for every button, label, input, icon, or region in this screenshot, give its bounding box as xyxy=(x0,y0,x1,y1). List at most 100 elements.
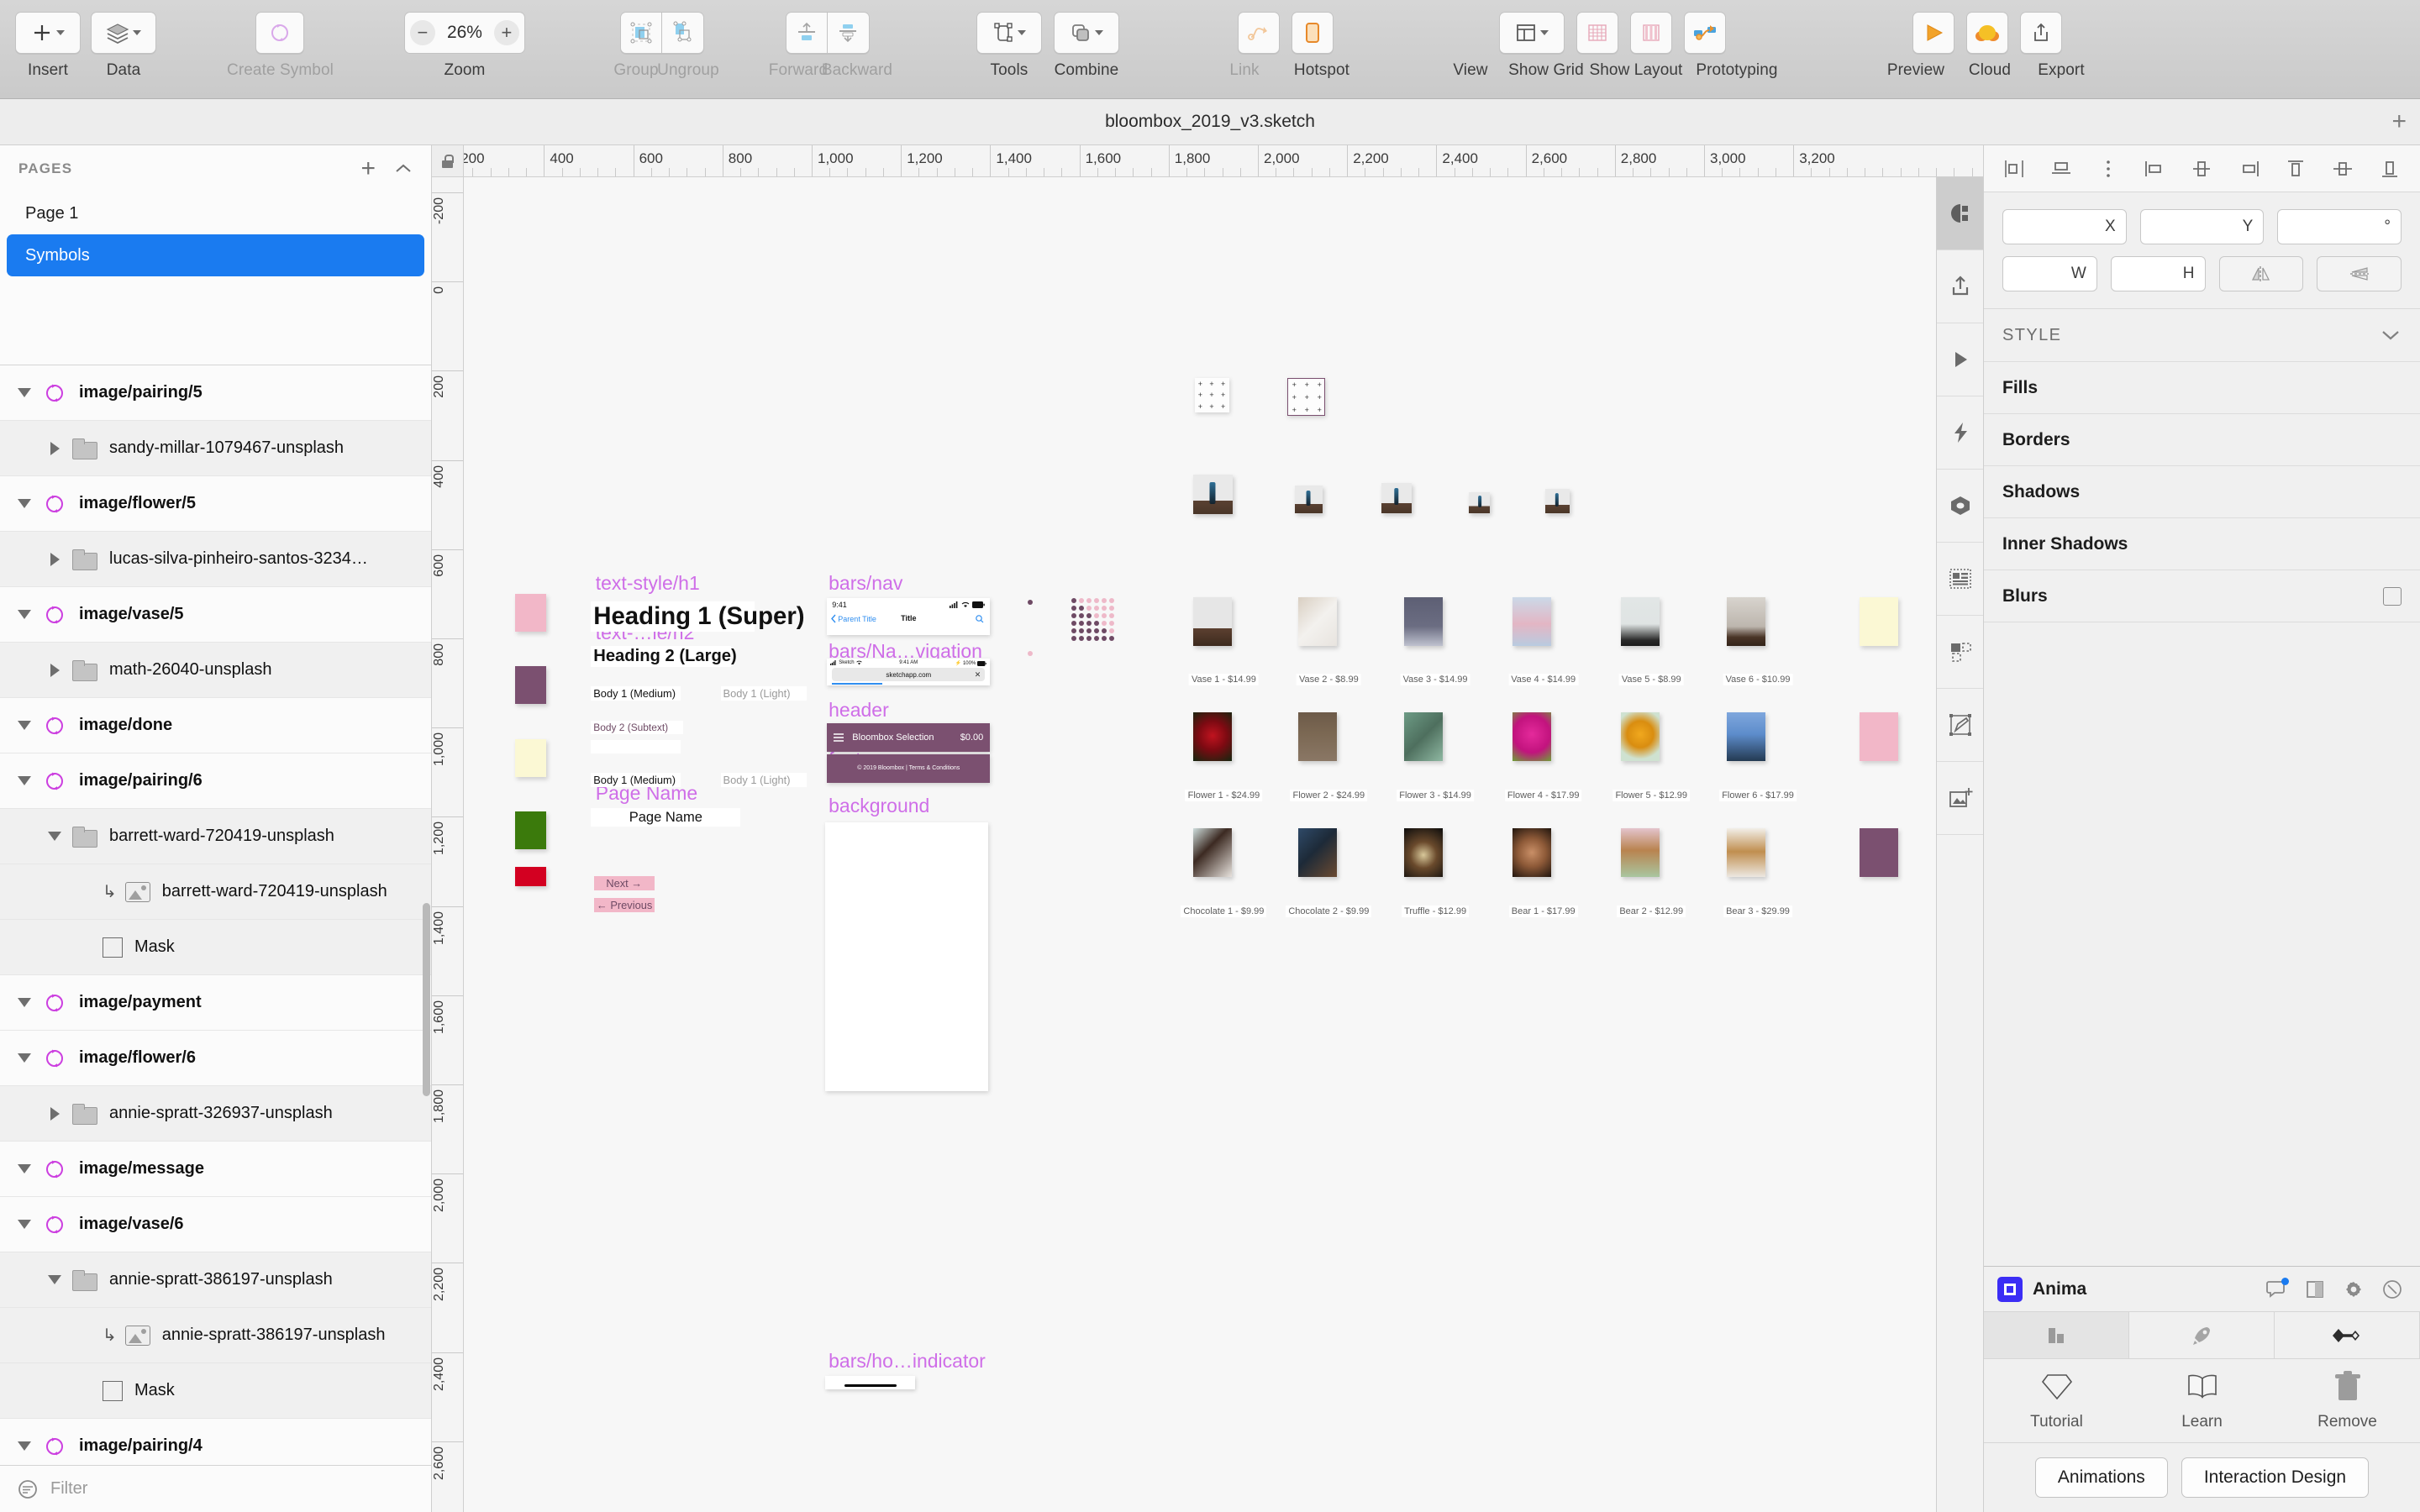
align-middle-button[interactable] xyxy=(2186,155,2217,183)
placeholder-grid-symbol[interactable]: +++++++++ xyxy=(1287,378,1325,416)
home-indicator-artboard[interactable] xyxy=(825,1376,915,1389)
product-thumbnail[interactable] xyxy=(1512,712,1551,761)
rail-add-image-button[interactable] xyxy=(1937,762,1983,835)
align-right-edge-button[interactable] xyxy=(2233,155,2265,183)
flip-vertical-button[interactable] xyxy=(2317,256,2402,291)
layer-row[interactable]: image/pairing/5 xyxy=(0,365,431,421)
preview-button[interactable] xyxy=(1912,12,1954,54)
anima-action-learn[interactable]: Learn xyxy=(2129,1359,2275,1442)
zoom-in-button[interactable]: + xyxy=(494,20,519,45)
distribute-button[interactable] xyxy=(2092,155,2124,183)
anima-action-tutorial[interactable]: Tutorial xyxy=(1984,1359,2129,1442)
vase-thumbnail[interactable] xyxy=(1469,492,1490,513)
style-row[interactable]: Borders xyxy=(1984,413,2420,465)
design-canvas[interactable]: text-style/h1text-…le/h2Page Namebars/na… xyxy=(464,177,1936,1512)
vase-thumbnail[interactable] xyxy=(1545,489,1570,513)
rail-play-button[interactable] xyxy=(1937,323,1983,396)
align-center-h-button[interactable] xyxy=(2045,155,2077,183)
background-artboard[interactable] xyxy=(825,822,988,1091)
disclosure-triangle-down-icon[interactable] xyxy=(13,1158,35,1180)
style-row-checkbox[interactable] xyxy=(2383,587,2402,606)
width-field[interactable]: W xyxy=(2002,256,2097,291)
anima-chat-button[interactable] xyxy=(2262,1277,2291,1302)
browser-navigation-artboard[interactable]: Sketch9:41 AM⚡ 100%sketchapp.com✕ xyxy=(827,659,990,685)
flip-horizontal-button[interactable] xyxy=(2219,256,2304,291)
rail-export-button[interactable] xyxy=(1937,250,1983,323)
rail-component-button[interactable] xyxy=(1937,470,1983,543)
disclosure-triangle-down-icon[interactable] xyxy=(44,1269,66,1291)
disclosure-triangle-down-icon[interactable] xyxy=(13,382,35,404)
layer-row[interactable]: sandy-millar-1079467-unsplash xyxy=(0,421,431,476)
anima-tab-layout[interactable] xyxy=(1984,1312,2129,1358)
link-button[interactable] xyxy=(1238,12,1280,54)
product-thumbnail[interactable] xyxy=(1621,828,1660,877)
product-thumbnail[interactable] xyxy=(1512,597,1551,646)
close-icon[interactable]: ✕ xyxy=(975,670,981,680)
page-item[interactable]: Symbols xyxy=(7,234,424,276)
product-thumbnail[interactable] xyxy=(1193,712,1232,761)
style-row[interactable]: Shadows xyxy=(1984,465,2420,517)
anima-panel-toggle-button[interactable] xyxy=(2301,1277,2329,1302)
layer-row[interactable]: image/message xyxy=(0,1142,431,1197)
product-thumbnail[interactable] xyxy=(1727,828,1765,877)
rotation-field[interactable]: ° xyxy=(2277,209,2402,244)
anima-disable-button[interactable] xyxy=(2378,1277,2407,1302)
cloud-button[interactable] xyxy=(1966,12,2008,54)
search-icon[interactable] xyxy=(976,615,984,623)
height-field[interactable]: H xyxy=(2111,256,2206,291)
layer-row[interactable]: image/pairing/6 xyxy=(0,753,431,809)
color-swatch[interactable] xyxy=(515,867,546,886)
align-left-button[interactable] xyxy=(1998,155,2030,183)
product-thumbnail[interactable] xyxy=(1298,712,1337,761)
product-thumbnail[interactable] xyxy=(1193,597,1232,646)
x-field[interactable]: X xyxy=(2002,209,2127,244)
color-swatch[interactable] xyxy=(515,666,546,704)
layer-row[interactable]: image/vase/6 xyxy=(0,1197,431,1252)
disclosure-triangle-down-icon[interactable] xyxy=(13,770,35,792)
ungroup-button[interactable] xyxy=(662,12,704,54)
disclosure-triangle-down-icon[interactable] xyxy=(13,604,35,626)
style-section-header[interactable]: STYLE xyxy=(1984,309,2420,361)
page-item[interactable]: Page 1 xyxy=(7,192,424,234)
data-button[interactable] xyxy=(91,12,156,54)
disclosure-triangle-right-icon[interactable] xyxy=(44,1103,66,1125)
collapse-pages-icon[interactable] xyxy=(394,163,413,175)
hamburger-menu-icon[interactable] xyxy=(834,733,844,742)
disclosure-triangle-down-icon[interactable] xyxy=(13,992,35,1014)
accent-swatch[interactable] xyxy=(1860,828,1898,877)
vertical-ruler[interactable]: -20002004006008001,0001,2001,4001,6001,8… xyxy=(432,177,464,1512)
color-swatch[interactable] xyxy=(515,739,546,777)
anima-tab-interactions[interactable] xyxy=(2275,1312,2420,1358)
disclosure-triangle-right-icon[interactable] xyxy=(44,659,66,681)
color-swatch[interactable] xyxy=(515,811,546,849)
accent-swatch[interactable] xyxy=(1860,712,1898,761)
show-grid-button[interactable] xyxy=(1576,12,1618,54)
layer-row[interactable]: annie-spratt-386197-unsplash xyxy=(0,1252,431,1308)
rail-edit-button[interactable] xyxy=(1937,689,1983,762)
y-field[interactable]: Y xyxy=(2140,209,2265,244)
product-thumbnail[interactable] xyxy=(1193,828,1232,877)
anima-tab-publish[interactable] xyxy=(2129,1312,2275,1358)
product-thumbnail[interactable] xyxy=(1621,712,1660,761)
rail-lightning-button[interactable] xyxy=(1937,396,1983,470)
add-page-icon[interactable]: + xyxy=(360,156,376,181)
anima-button-animations[interactable]: Animations xyxy=(2035,1457,2168,1498)
layer-row[interactable]: lucas-silva-pinheiro-santos-3234… xyxy=(0,532,431,587)
product-thumbnail[interactable] xyxy=(1298,597,1337,646)
nav-bar-artboard[interactable]: 9:41Parent TitleTitle xyxy=(827,598,990,635)
layer-row[interactable]: image/flower/5 xyxy=(0,476,431,532)
layer-row[interactable]: Mask xyxy=(0,920,431,975)
layer-row[interactable]: ↳annie-spratt-386197-unsplash xyxy=(0,1308,431,1363)
anima-settings-button[interactable] xyxy=(2339,1277,2368,1302)
layer-row[interactable]: image/pairing/4 xyxy=(0,1419,431,1465)
product-thumbnail[interactable] xyxy=(1404,597,1443,646)
product-thumbnail[interactable] xyxy=(1727,597,1765,646)
vase-thumbnail[interactable] xyxy=(1295,486,1323,513)
style-row[interactable]: Fills xyxy=(1984,361,2420,413)
layer-row[interactable]: math-26040-unsplash xyxy=(0,643,431,698)
style-row[interactable]: Blurs xyxy=(1984,570,2420,622)
product-thumbnail[interactable] xyxy=(1512,828,1551,877)
view-button[interactable] xyxy=(1499,12,1565,54)
layer-row[interactable]: ↳barrett-ward-720419-unsplash xyxy=(0,864,431,920)
vase-thumbnail[interactable] xyxy=(1381,483,1412,513)
